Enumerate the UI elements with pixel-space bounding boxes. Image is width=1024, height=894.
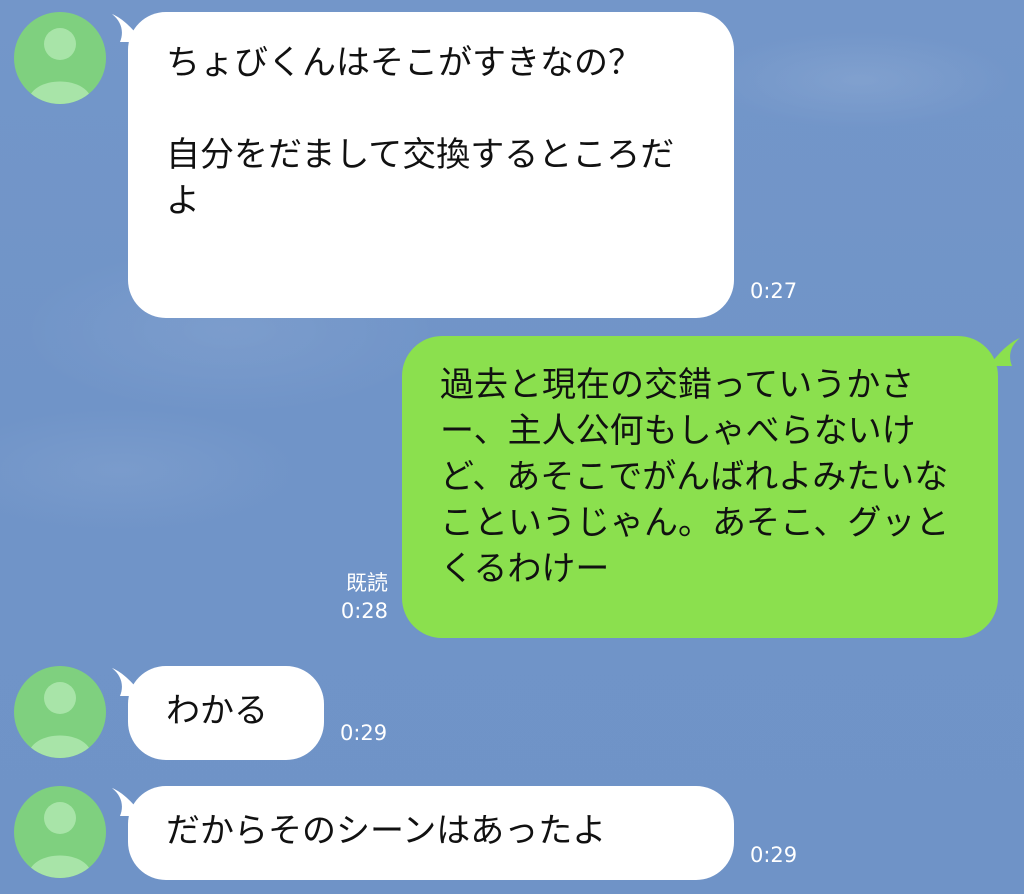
outgoing-message-bubble[interactable]: 過去と現在の交錯っていうかさー、主人公何もしゃべらないけど、あそこでがんばれよみ… — [402, 336, 998, 638]
user-silhouette-icon — [28, 28, 92, 104]
message-timestamp: 0:28 — [340, 599, 388, 623]
incoming-message-bubble[interactable]: ちょびくんはそこがすきなの？ 自分をだまして交換するところだよ — [128, 12, 734, 318]
message-timestamp: 0:29 — [750, 843, 798, 867]
user-silhouette-icon — [28, 802, 92, 878]
contact-avatar[interactable] — [14, 786, 106, 878]
incoming-message-bubble[interactable]: だからそのシーンはあったよ — [128, 786, 734, 880]
read-receipt: 既読 — [346, 571, 388, 595]
user-silhouette-icon — [28, 682, 92, 758]
message-timestamp: 0:27 — [750, 279, 798, 303]
incoming-message-bubble[interactable]: わかる — [128, 666, 324, 760]
contact-avatar[interactable] — [14, 12, 106, 104]
message-timestamp: 0:29 — [340, 721, 388, 745]
outgoing-bubble-tail — [992, 336, 1022, 366]
contact-avatar[interactable] — [14, 666, 106, 758]
chat-thread[interactable]: ちょびくんはそこがすきなの？ 自分をだまして交換するところだよ 0:27 既読 … — [0, 0, 1024, 894]
